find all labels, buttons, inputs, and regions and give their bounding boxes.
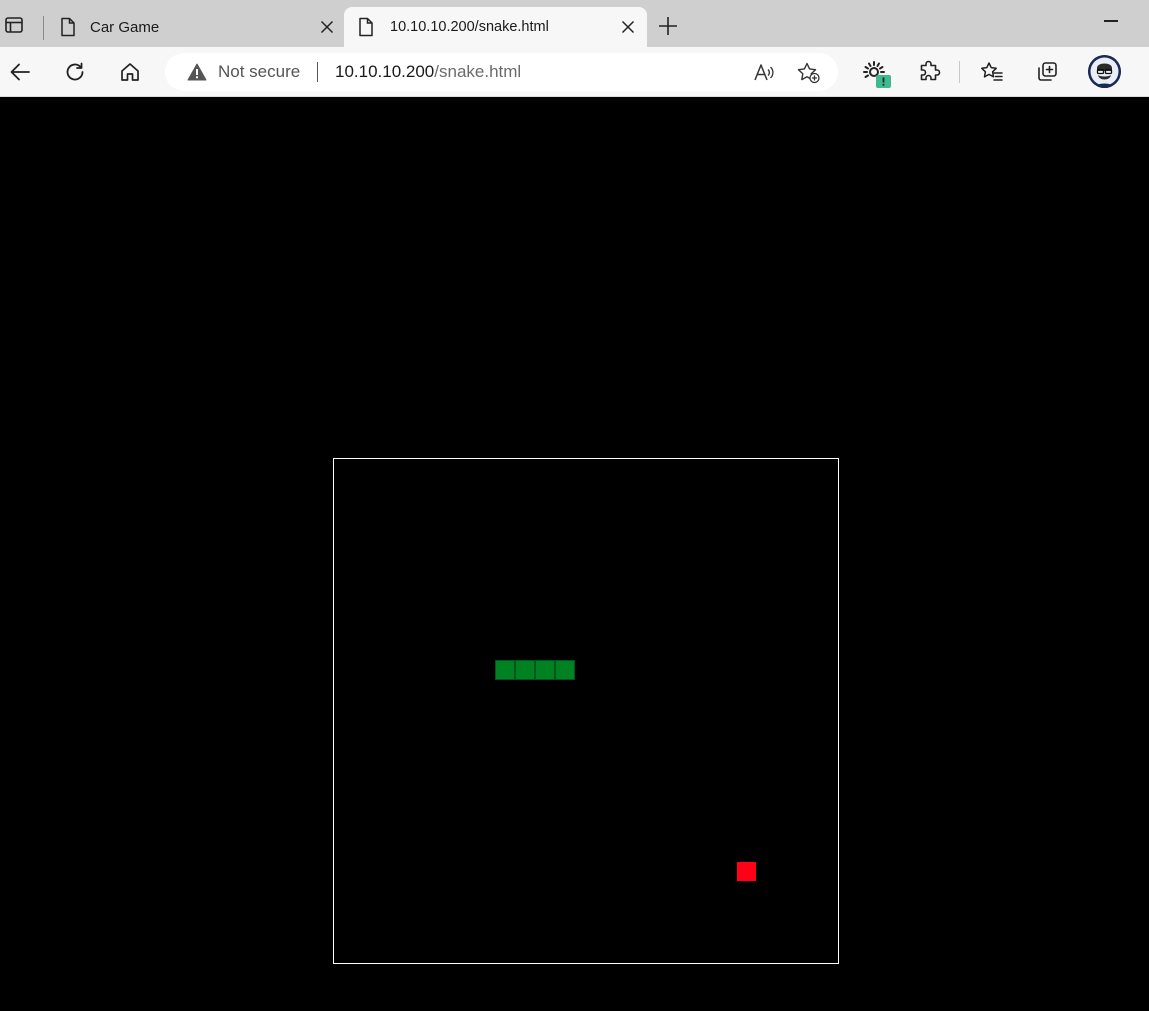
url-path: /snake.html	[434, 62, 522, 81]
plus-icon[interactable]	[657, 15, 679, 37]
tab-car-game[interactable]: Car Game	[46, 7, 344, 47]
url-text[interactable]: 10.10.10.200/snake.html	[335, 62, 521, 82]
tab-title: 10.10.10.200/snake.html	[390, 19, 549, 35]
snake-segment	[535, 660, 555, 680]
snake-segment	[555, 660, 575, 680]
security-label[interactable]: Not secure	[218, 62, 300, 82]
back-arrow-icon[interactable]	[7, 59, 33, 85]
add-favorite-icon[interactable]	[797, 62, 820, 84]
refresh-icon[interactable]	[62, 59, 88, 85]
address-divider	[317, 62, 318, 82]
page-content	[0, 97, 1149, 1011]
tab-divider	[43, 16, 44, 40]
tab-snake[interactable]: 10.10.10.200/snake.html	[344, 7, 647, 47]
url-host: 10.10.10.200	[335, 62, 435, 81]
home-icon[interactable]	[117, 59, 143, 85]
puzzle-icon[interactable]	[916, 59, 942, 85]
favorites-icon[interactable]	[979, 59, 1005, 85]
page-icon	[357, 17, 375, 37]
minimize-icon[interactable]	[1104, 20, 1118, 22]
tab-actions-icon[interactable]	[4, 15, 24, 35]
profile-avatar[interactable]	[1088, 55, 1121, 88]
address-bar[interactable]: Not secure 10.10.10.200/snake.html	[165, 53, 838, 91]
read-aloud-icon[interactable]	[753, 62, 775, 84]
tab-title: Car Game	[90, 19, 160, 36]
extension-badge	[876, 75, 891, 88]
browser-toolbar: Not secure 10.10.10.200/snake.html	[0, 47, 1149, 97]
close-icon[interactable]	[620, 19, 636, 35]
snake-segment	[495, 660, 515, 680]
snake-segment	[515, 660, 535, 680]
close-icon[interactable]	[319, 19, 335, 35]
page-icon	[59, 17, 77, 37]
warning-icon[interactable]	[187, 63, 207, 81]
toolbar-divider	[959, 61, 960, 83]
tab-strip: Car Game 10.10.10.200/snake.html	[0, 0, 1149, 47]
snake-game-board[interactable]	[333, 458, 839, 964]
collections-icon[interactable]	[1034, 59, 1060, 85]
food-item	[737, 862, 756, 881]
